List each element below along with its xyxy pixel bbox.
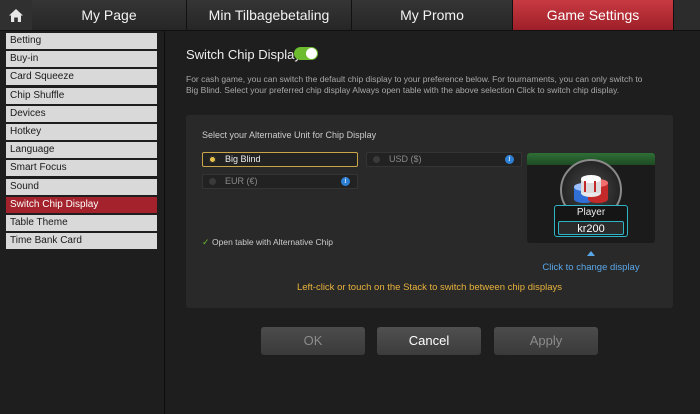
- home-icon: [9, 8, 23, 22]
- sidebar-item-language[interactable]: Language: [6, 142, 157, 159]
- sidebar-item-switch-chip-display[interactable]: Switch Chip Display: [6, 196, 157, 213]
- change-display-link[interactable]: Click to change display: [527, 262, 655, 273]
- sidebar-item-devices[interactable]: Devices: [6, 105, 157, 122]
- chip-display-preview[interactable]: Player kr200: [527, 153, 655, 243]
- caret-up-icon: [587, 251, 595, 256]
- sidebar-item-chip-shuffle[interactable]: Chip Shuffle: [6, 87, 157, 104]
- open-table-checkbox[interactable]: ✓ Open table with Alternative Chip: [202, 237, 333, 248]
- checkmark-icon: ✓: [202, 237, 210, 247]
- sidebar-item-time-bank-card[interactable]: Time Bank Card: [6, 233, 157, 250]
- info-icon[interactable]: i: [341, 177, 350, 186]
- stack-switch-hint: Left-click or touch on the Stack to swit…: [296, 282, 563, 293]
- tab-min-tilbagebetaling[interactable]: Min Tilbagebetaling: [187, 0, 352, 30]
- toggle-knob: [306, 48, 317, 59]
- settings-description: For cash game, you can switch the defaul…: [186, 74, 643, 95]
- chip-stack-icon: [574, 175, 608, 203]
- sidebar-divider: [164, 31, 165, 414]
- option-label: EUR (€): [225, 176, 258, 186]
- option-eur[interactable]: EUR (€) i: [202, 174, 358, 189]
- sidebar-item-sound[interactable]: Sound: [6, 178, 157, 195]
- sidebar-item-card-squeeze[interactable]: Card Squeeze: [6, 69, 157, 86]
- info-icon[interactable]: i: [505, 155, 514, 164]
- player-stack-amount[interactable]: kr200: [558, 221, 624, 235]
- tab-my-promo[interactable]: My Promo: [352, 0, 513, 30]
- option-usd[interactable]: USD ($) i: [366, 152, 522, 167]
- apply-button[interactable]: Apply: [494, 327, 598, 355]
- ok-button[interactable]: OK: [261, 327, 365, 355]
- chip-display-panel: Select your Alternative Unit for Chip Di…: [186, 115, 673, 308]
- sidebar-item-smart-focus[interactable]: Smart Focus: [6, 160, 157, 177]
- radio-icon: [209, 156, 216, 163]
- panel-title: Select your Alternative Unit for Chip Di…: [202, 130, 377, 140]
- option-big-blind[interactable]: Big Blind: [202, 152, 358, 167]
- radio-icon: [209, 178, 216, 185]
- page-title: Switch Chip Display: [186, 47, 301, 62]
- radio-icon: [373, 156, 380, 163]
- sidebar-item-buy-in[interactable]: Buy-in: [6, 51, 157, 68]
- top-tab-bar: My Page Min Tilbagebetaling My Promo Gam…: [0, 0, 700, 31]
- tab-game-settings[interactable]: Game Settings: [513, 0, 674, 30]
- home-button[interactable]: [0, 0, 33, 30]
- sidebar-item-table-theme[interactable]: Table Theme: [6, 214, 157, 231]
- option-label: USD ($): [389, 154, 422, 164]
- player-name: Player: [576, 207, 606, 218]
- option-label: Big Blind: [225, 154, 261, 164]
- chip-display-toggle[interactable]: [294, 47, 318, 60]
- sidebar-item-hotkey[interactable]: Hotkey: [6, 123, 157, 140]
- settings-sidebar: Betting Buy-in Card Squeeze Chip Shuffle…: [6, 33, 157, 251]
- tab-my-page[interactable]: My Page: [32, 0, 187, 30]
- sidebar-item-betting[interactable]: Betting: [6, 33, 157, 49]
- player-nameplate[interactable]: Player kr200: [554, 205, 628, 237]
- cancel-button[interactable]: Cancel: [377, 327, 481, 355]
- checkbox-label: Open table with Alternative Chip: [212, 237, 333, 247]
